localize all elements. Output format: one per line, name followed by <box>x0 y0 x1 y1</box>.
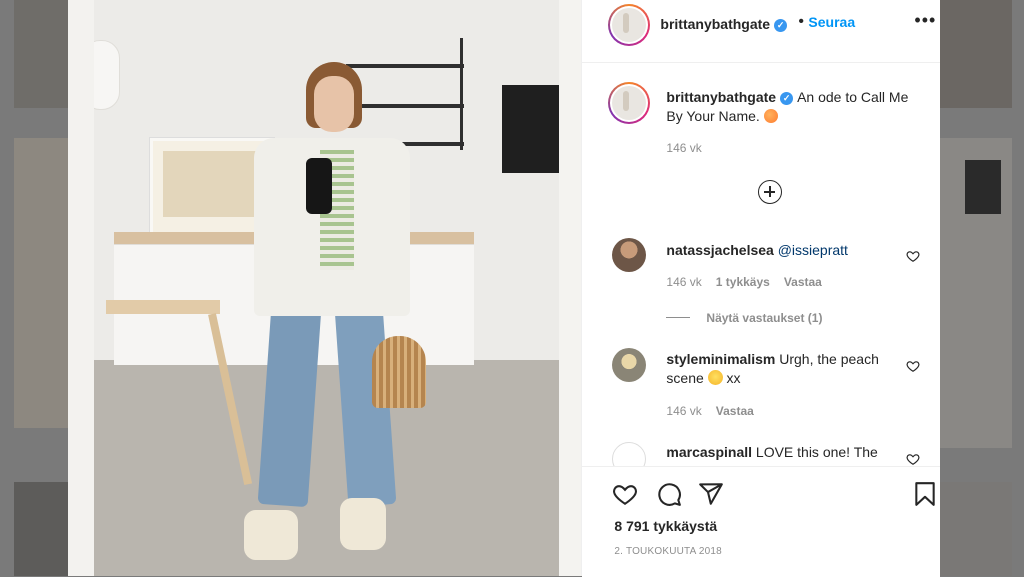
comment-username[interactable]: natassjachelsea <box>666 242 773 258</box>
comment-icon[interactable] <box>656 481 682 507</box>
photo-bag <box>372 336 426 408</box>
photo-shelf <box>346 64 464 68</box>
photo-shoe <box>340 498 386 550</box>
photo-shoe <box>244 510 298 560</box>
background-post-thumbnail <box>14 0 68 108</box>
comment-text: LOVE this one! The <box>755 444 878 460</box>
post-photo[interactable] <box>68 0 582 576</box>
heart-icon[interactable] <box>906 249 920 263</box>
verified-badge-icon: ✓ <box>774 19 788 32</box>
photo-table <box>106 300 220 314</box>
photo-face <box>314 76 354 132</box>
comment: styleminimalism Urgh, the peach scene xx <box>666 350 896 388</box>
comment: marcaspinall LOVE this one! The <box>666 443 896 462</box>
comment-username[interactable]: marcaspinall <box>666 444 752 460</box>
heart-icon[interactable] <box>906 452 920 466</box>
bookmark-icon[interactable] <box>912 481 938 507</box>
plus-circle-icon[interactable] <box>758 180 783 204</box>
photo-floor <box>68 360 582 576</box>
background-post-thumbnail <box>14 482 68 576</box>
photo-phone <box>306 158 332 214</box>
heart-icon[interactable] <box>612 481 638 507</box>
comment-time[interactable]: 146 vk <box>666 404 701 418</box>
reply-button[interactable]: Vastaa <box>716 404 754 418</box>
view-replies-button[interactable]: Näytä vastaukset (1) <box>666 311 822 325</box>
background-post-thumbnail <box>940 0 1012 108</box>
background-post-thumbnail <box>14 138 68 428</box>
comment-mention[interactable]: @issiepratt <box>778 242 848 258</box>
post-modal: brittanybathgate ✓ • Seuraa ••• brittanyb… <box>68 0 941 577</box>
caption-avatar[interactable] <box>608 82 651 124</box>
comment-meta: 146 vk 1 tykkäys Vastaa <box>666 275 821 289</box>
paper-plane-icon[interactable] <box>698 481 724 507</box>
comment-likes[interactable]: 1 tykkäys <box>716 275 770 289</box>
laughing-emoji-icon <box>707 370 723 385</box>
follow-button[interactable]: Seuraa <box>808 14 855 30</box>
comment-username[interactable]: styleminimalism <box>666 351 775 367</box>
caption: brittanybathgate ✓ An ode to Call Me By Yo… <box>666 88 916 126</box>
peach-emoji-icon <box>763 109 778 123</box>
comment-suffix: xx <box>726 370 741 386</box>
caption-time[interactable]: 146 vk <box>666 141 701 155</box>
photo-tv <box>502 85 560 173</box>
header-username[interactable]: brittanybathgate ✓ <box>660 16 788 32</box>
post-date[interactable]: 2. TOUKOKUUTA 2018 <box>614 546 722 557</box>
heart-icon[interactable] <box>906 359 920 373</box>
photo-shelf <box>346 104 464 108</box>
comment: natassjachelsea @issiepratt <box>666 241 896 260</box>
comment-time[interactable]: 146 vk <box>666 275 701 289</box>
separator-dot: • <box>798 13 805 30</box>
photo-shelf-pole <box>460 38 463 150</box>
comment-avatar[interactable] <box>612 238 647 272</box>
avatar[interactable] <box>608 4 651 46</box>
background-tv <box>965 160 1001 214</box>
reply-button[interactable]: Vastaa <box>784 275 822 289</box>
comment-meta: 146 vk Vastaa <box>666 404 753 418</box>
caption-username[interactable]: brittanybathgate <box>666 89 776 105</box>
username-text[interactable]: brittanybathgate <box>660 16 770 32</box>
replies-divider <box>666 317 691 318</box>
verified-badge-icon: ✓ <box>780 92 794 105</box>
post-actions: 8 791 tykkäystä 2. TOUKOKUUTA 2018 <box>582 466 941 577</box>
post-header: brittanybathgate ✓ • Seuraa ••• <box>582 0 941 63</box>
photo-mirror-frame <box>559 0 582 576</box>
post-panel: brittanybathgate ✓ • Seuraa ••• brittanyb… <box>581 0 941 577</box>
comment-avatar[interactable] <box>612 348 647 382</box>
background-post-thumbnail <box>940 482 1012 576</box>
more-options-icon[interactable]: ••• <box>914 10 936 31</box>
photo-mirror-frame <box>68 0 94 576</box>
likes-count[interactable]: 8 791 tykkäystä <box>614 518 717 534</box>
view-replies-label[interactable]: Näytä vastaukset (1) <box>706 311 822 325</box>
